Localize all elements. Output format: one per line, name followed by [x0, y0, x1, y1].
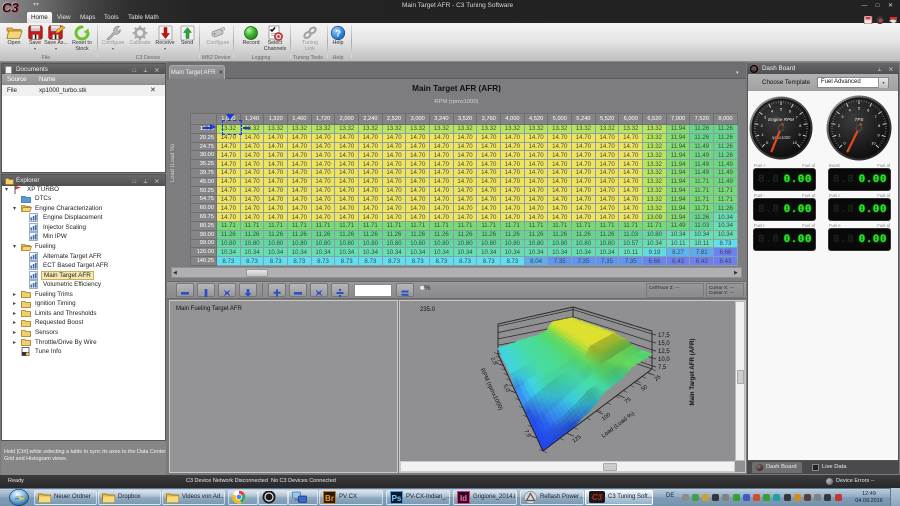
svg-text:RPM (rpmx1000): RPM (rpmx1000) [479, 368, 504, 412]
svg-text:5: 5 [780, 108, 782, 112]
svg-text:5: 5 [858, 107, 860, 111]
svg-text:TPS: TPS [855, 117, 865, 122]
svg-text:?: ? [335, 28, 341, 39]
svg-text:Engine RPM: Engine RPM [768, 117, 794, 122]
svg-text:10: 10 [871, 142, 875, 146]
svg-text:6: 6 [789, 110, 791, 114]
svg-text:8: 8 [799, 124, 801, 128]
svg-text:4: 4 [849, 109, 851, 113]
svg-text:25: 25 [654, 374, 663, 383]
svg-text:0: 0 [766, 141, 768, 145]
svg-text:6: 6 [867, 109, 869, 113]
svg-text:75: 75 [624, 397, 633, 406]
svg-text:2: 2 [761, 124, 763, 128]
svg-text:10: 10 [793, 141, 797, 145]
svg-text:12,5: 12,5 [658, 349, 670, 355]
svg-text:9: 9 [877, 133, 879, 137]
svg-text:7,5: 7,5 [658, 365, 667, 371]
svg-text:Main Target AFR (AFR): Main Target AFR (AFR) [689, 338, 696, 405]
svg-text:rpmx1000: rpmx1000 [772, 135, 791, 140]
svg-text:50: 50 [640, 384, 649, 393]
svg-text:7: 7 [796, 116, 798, 120]
svg-text:7: 7 [875, 115, 877, 119]
svg-text:17,5: 17,5 [658, 333, 670, 339]
svg-text:3: 3 [841, 115, 843, 119]
svg-text:7,5: 7,5 [523, 429, 532, 439]
svg-text:3: 3 [764, 116, 766, 120]
svg-text:C3: C3 [592, 493, 603, 502]
svg-text:9: 9 [798, 133, 800, 137]
svg-text:8: 8 [878, 124, 880, 128]
svg-text:15,0: 15,0 [658, 341, 670, 347]
svg-text:2,5: 2,5 [489, 356, 498, 366]
svg-text:1: 1 [761, 133, 763, 137]
svg-text:0: 0 [843, 142, 845, 146]
svg-text:1: 1 [838, 133, 840, 137]
svg-text:2: 2 [838, 124, 840, 128]
svg-text:4: 4 [771, 110, 773, 114]
svg-text:10,0: 10,0 [658, 357, 670, 363]
